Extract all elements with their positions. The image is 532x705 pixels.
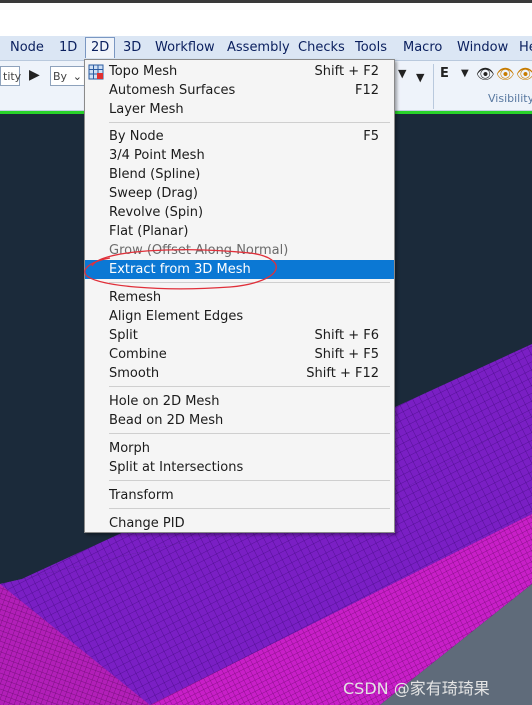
caret-icon[interactable]: ▼ xyxy=(461,68,469,79)
menu-checks[interactable]: Checks xyxy=(298,40,345,55)
eye-hide-icon[interactable]: 👁 xyxy=(496,65,515,83)
menu-item-combine[interactable]: Combine Shift + F5 xyxy=(109,345,393,364)
menu-item-label: Revolve (Spin) xyxy=(109,205,204,220)
menu-item-split[interactable]: Split Shift + F6 xyxy=(109,326,393,345)
menu-separator xyxy=(109,282,390,283)
menu-item-change-pid[interactable]: Change PID xyxy=(109,514,393,533)
menu-item-label: Change PID xyxy=(109,516,185,531)
menu-separator xyxy=(109,480,390,481)
menu-item-label: Align Element Edges xyxy=(109,309,244,324)
menu-item-label: Extract from 3D Mesh xyxy=(109,262,251,277)
menu-item-label: Morph xyxy=(109,441,151,456)
window-title-area xyxy=(0,3,532,36)
menu-item-shortcut: Shift + F2 xyxy=(314,64,379,79)
menu-item-label: Grow (Offset Along Normal) xyxy=(109,243,289,258)
menu-item-label: Remesh xyxy=(109,290,162,305)
menu-separator xyxy=(109,386,390,387)
menu-item-3-4-point-mesh[interactable]: 3/4 Point Mesh xyxy=(109,146,393,165)
menu-item-topo-mesh[interactable]: Topo Mesh Shift + F2 xyxy=(88,62,393,81)
entity-visibility-icon[interactable]: E xyxy=(440,66,449,81)
menu-1d[interactable]: 1D xyxy=(59,40,77,55)
menu-2d[interactable]: 2D xyxy=(85,37,116,58)
menu-item-label: Layer Mesh xyxy=(109,102,184,117)
menu-help[interactable]: He xyxy=(519,40,532,55)
menu-item-label: Sweep (Drag) xyxy=(109,186,198,201)
menu-item-label: Blend (Spline) xyxy=(109,167,201,182)
menu-item-shortcut: F12 xyxy=(354,83,379,98)
menu-item-split-at-intersections[interactable]: Split at Intersections xyxy=(109,458,393,477)
menu-item-label: By Node xyxy=(109,129,164,144)
menu-tools[interactable]: Tools xyxy=(355,40,387,55)
by-selector[interactable]: By ⌄ xyxy=(50,66,85,86)
menu-separator xyxy=(109,508,390,509)
menu-separator xyxy=(109,122,390,123)
menu-item-label: Transform xyxy=(109,488,174,503)
menu-item-label: Bead on 2D Mesh xyxy=(109,413,224,428)
menu-separator xyxy=(109,433,390,434)
menu-window[interactable]: Window xyxy=(457,40,508,55)
entity-selector[interactable]: tity xyxy=(0,66,21,86)
menu-item-remesh[interactable]: Remesh xyxy=(109,288,393,307)
cursor-icon[interactable]: ▶ xyxy=(29,67,40,83)
menu-item-label: 3/4 Point Mesh xyxy=(109,148,205,163)
visibility-group-label: Visibility xyxy=(488,92,532,105)
menu-item-smooth[interactable]: Smooth Shift + F12 xyxy=(109,364,393,383)
menu-item-extract-from-3d-mesh[interactable]: Extract from 3D Mesh xyxy=(85,260,394,279)
menu-item-transform[interactable]: Transform xyxy=(109,486,393,505)
menu-item-sweep[interactable]: Sweep (Drag) xyxy=(109,184,393,203)
menu-item-label: Topo Mesh xyxy=(109,64,178,79)
menu-item-label: Flat (Planar) xyxy=(109,224,189,239)
menu-item-revolve[interactable]: Revolve (Spin) xyxy=(109,203,393,222)
menu-item-label: Hole on 2D Mesh xyxy=(109,394,220,409)
menu-item-shortcut: F5 xyxy=(363,129,379,144)
menu-item-grow[interactable]: Grow (Offset Along Normal) xyxy=(109,241,393,260)
dropdown-arrow-icon[interactable]: ▼ xyxy=(398,67,406,80)
watermark: CSDN @家有琦琦果 xyxy=(343,679,490,698)
dropdown-arrow-icon-2[interactable]: ▼ xyxy=(416,71,424,84)
eye-icon[interactable]: 👁 xyxy=(476,65,495,83)
menu-item-shortcut: Shift + F12 xyxy=(306,366,379,381)
menu-item-by-node[interactable]: By Node F5 xyxy=(109,127,393,146)
menu-assembly[interactable]: Assembly xyxy=(227,40,290,55)
menu-item-flat[interactable]: Flat (Planar) xyxy=(109,222,393,241)
2d-menu-dropdown: Topo Mesh Shift + F2 Automesh Surfaces F… xyxy=(84,59,395,533)
menu-item-shortcut: Shift + F6 xyxy=(314,328,379,343)
grid-mesh-icon xyxy=(88,64,104,80)
menu-3d[interactable]: 3D xyxy=(123,40,141,55)
menu-item-blend[interactable]: Blend (Spline) xyxy=(109,165,393,184)
menu-workflow[interactable]: Workflow xyxy=(155,40,215,55)
menu-item-label: Smooth xyxy=(109,366,160,381)
menu-node[interactable]: Node xyxy=(10,40,44,55)
chevron-down-icon: ⌄ xyxy=(72,70,82,83)
menu-item-layer-mesh[interactable]: Layer Mesh xyxy=(109,100,393,119)
menu-item-label: Combine xyxy=(109,347,167,362)
menu-bar: Node 1D 2D 3D Workflow Assembly Checks T… xyxy=(0,36,532,61)
menu-item-bead-on-2d-mesh[interactable]: Bead on 2D Mesh xyxy=(109,411,393,430)
menu-item-label: Split at Intersections xyxy=(109,460,244,475)
menu-item-hole-on-2d-mesh[interactable]: Hole on 2D Mesh xyxy=(109,392,393,411)
menu-item-automesh-surfaces[interactable]: Automesh Surfaces F12 xyxy=(109,81,393,100)
menu-item-morph[interactable]: Morph xyxy=(109,439,393,458)
menu-item-shortcut: Shift + F5 xyxy=(314,347,379,362)
eye-show-icon[interactable]: 👁 xyxy=(516,65,532,83)
menu-item-align-element-edges[interactable]: Align Element Edges xyxy=(109,307,393,326)
menu-macro[interactable]: Macro xyxy=(403,40,442,55)
menu-item-label: Split xyxy=(109,328,138,343)
menu-item-label: Automesh Surfaces xyxy=(109,83,236,98)
by-selector-label: By xyxy=(53,70,68,83)
